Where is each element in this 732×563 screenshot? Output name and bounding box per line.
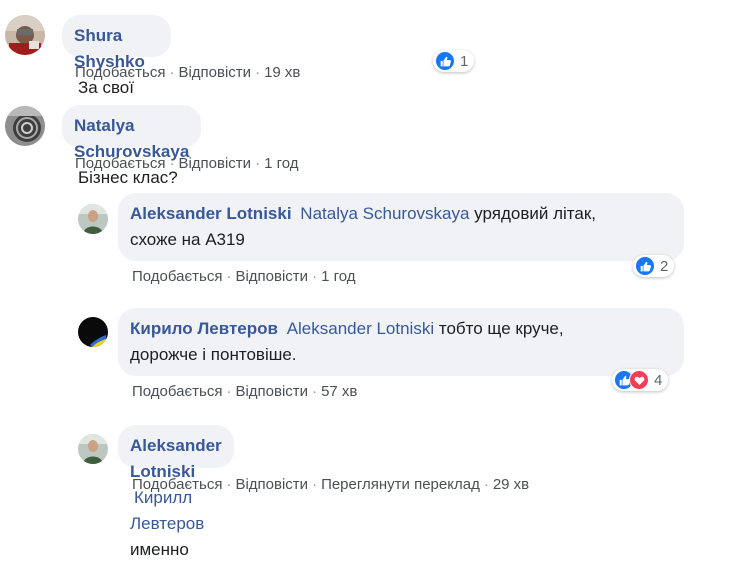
reply-link[interactable]: Відповісти: [235, 268, 308, 285]
comment-bubble: Aleksander Lotniski Natalya Schurovskaya…: [118, 193, 684, 261]
comment-bubble: Aleksander Lotniski Кирилл Левтеров имен…: [118, 425, 234, 559]
like-link[interactable]: Подобається: [132, 476, 222, 493]
comment-author[interactable]: Aleksander Lotniski: [130, 436, 222, 481]
avatar[interactable]: [5, 106, 45, 146]
reaction-count: 2: [660, 257, 669, 275]
comment-text: урядовий літак,: [474, 204, 596, 223]
separator: ·: [312, 268, 318, 285]
avatar[interactable]: [78, 434, 108, 464]
comment-author[interactable]: Aleksander Lotniski: [130, 204, 292, 223]
timestamp[interactable]: 1 год: [264, 155, 298, 172]
comment-actions: Подобається · Відповісти · 19 хв: [75, 64, 300, 81]
comment-author[interactable]: Кирило Левтеров: [130, 319, 278, 338]
like-link[interactable]: Подобається: [132, 268, 222, 285]
separator: ·: [169, 64, 175, 81]
mention-link[interactable]: Aleksander Lotniski: [287, 319, 434, 338]
reply-link[interactable]: Відповісти: [178, 64, 251, 81]
avatar[interactable]: [78, 204, 108, 234]
comment-bubble: Shura Shyshko За свої виняйняли літачок?: [62, 15, 171, 149]
timestamp[interactable]: 1 год: [321, 268, 355, 285]
reply-link[interactable]: Відповісти: [235, 476, 308, 493]
comment-text: схоже на А319: [130, 230, 245, 249]
separator: ·: [312, 476, 318, 493]
translate-link[interactable]: Переглянути переклад: [321, 476, 480, 493]
comment-text: именно: [130, 540, 189, 559]
comment-bubble: Natalya Schurovskaya Бізнес клас?: [62, 105, 202, 187]
reaction-count: 4: [654, 371, 663, 389]
like-link[interactable]: Подобається: [132, 383, 222, 400]
separator: ·: [312, 383, 318, 400]
reply-link[interactable]: Відповісти: [178, 155, 251, 172]
reply-link[interactable]: Відповісти: [235, 383, 308, 400]
timestamp[interactable]: 57 хв: [321, 383, 357, 400]
separator: ·: [483, 476, 489, 493]
separator: ·: [169, 155, 175, 172]
separator: ·: [226, 476, 232, 493]
like-link[interactable]: Подобається: [75, 64, 165, 81]
separator: ·: [226, 268, 232, 285]
separator: ·: [255, 155, 261, 172]
comment-bubble: Кирило Левтеров Aleksander Lotniski тобт…: [118, 308, 684, 376]
comment-actions: Подобається · Відповісти · Переглянути перек…: [132, 476, 529, 493]
mention-link[interactable]: Кирилл Левтеров: [130, 488, 204, 533]
comment-actions: Подобається · Відповісти · 1 год: [75, 155, 298, 172]
timestamp[interactable]: 19 хв: [264, 64, 300, 81]
reaction-summary[interactable]: 2: [633, 255, 675, 277]
separator: ·: [255, 64, 261, 81]
comment-actions: Подобається · Відповісти · 1 год: [132, 268, 355, 285]
comment-text: дорожче і понтовіше.: [130, 345, 297, 364]
reaction-count: 1: [460, 52, 469, 70]
like-icon: [635, 256, 655, 276]
avatar[interactable]: [5, 15, 45, 55]
avatar[interactable]: [78, 317, 108, 347]
love-icon: [629, 370, 649, 390]
comment-text: тобто ще круче,: [438, 319, 564, 338]
reaction-summary[interactable]: 4: [612, 369, 669, 391]
timestamp[interactable]: 29 хв: [493, 476, 529, 493]
like-link[interactable]: Подобається: [75, 155, 165, 172]
like-icon: [435, 51, 455, 71]
reaction-summary[interactable]: 1: [433, 50, 475, 72]
comment-actions: Подобається · Відповісти · 57 хв: [132, 383, 357, 400]
separator: ·: [226, 383, 232, 400]
mention-link[interactable]: Natalya Schurovskaya: [300, 204, 469, 223]
